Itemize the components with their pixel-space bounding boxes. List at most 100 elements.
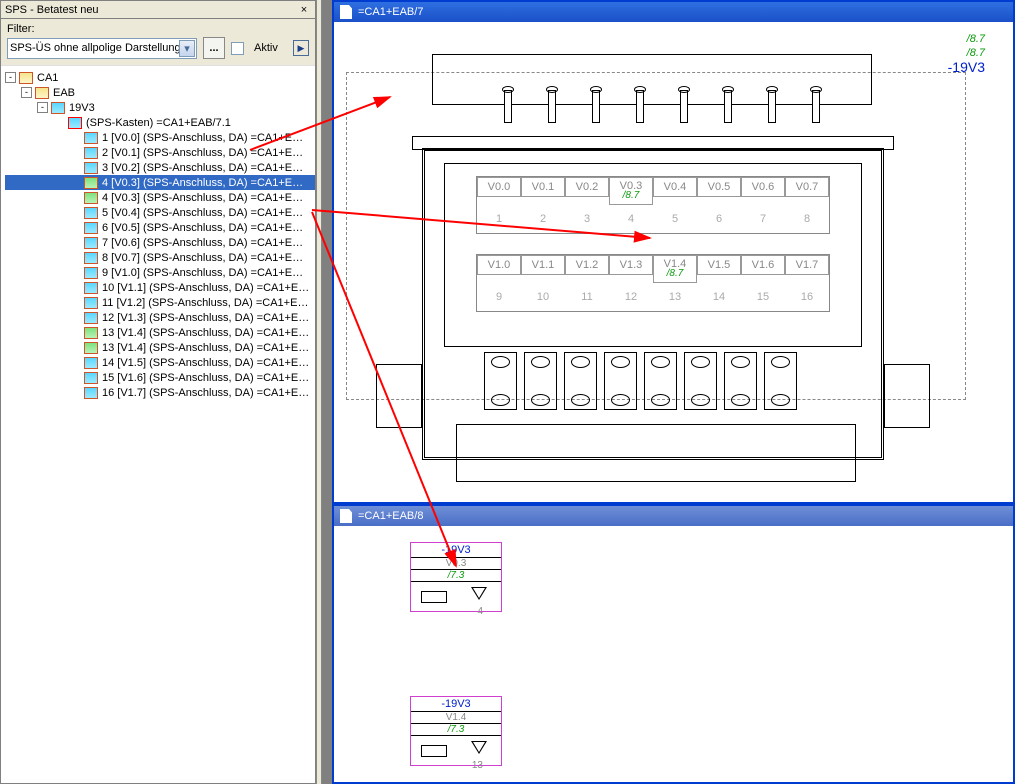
filter-toolbar: SPS-ÜS ohne allpolige Darstellung ▾ ... … bbox=[1, 37, 315, 66]
channel-number: 4 bbox=[609, 205, 653, 233]
tree-item-label: 6 [V0.5] (SPS-Anschluss, DA) =CA1+E… bbox=[101, 222, 303, 234]
terminal bbox=[484, 352, 517, 410]
tree-item[interactable]: 13 [V1.4] (SPS-Anschluss, DA) =CA1+E… bbox=[5, 325, 315, 340]
filter-select[interactable]: SPS-ÜS ohne allpolige Darstellung ▾ bbox=[7, 38, 197, 59]
tree-item[interactable]: 3 [V0.2] (SPS-Anschluss, DA) =CA1+E… bbox=[5, 160, 315, 175]
tree-label: (SPS-Kasten) =CA1+EAB/7.1 bbox=[85, 117, 231, 129]
tree-item[interactable]: 8 [V0.7] (SPS-Anschluss, DA) =CA1+E… bbox=[5, 250, 315, 265]
channel-cell: V0.6 bbox=[741, 177, 785, 197]
close-icon[interactable]: × bbox=[297, 1, 311, 18]
play-icon[interactable]: ▶ bbox=[293, 40, 309, 56]
pin bbox=[592, 90, 600, 123]
channel-cell: V0.3/8.7 bbox=[609, 177, 653, 205]
tree-location[interactable]: - EAB bbox=[5, 85, 315, 100]
tree-item-label: 11 [V1.2] (SPS-Anschluss, DA) =CA1+E… bbox=[101, 297, 308, 309]
tree-item-label: 5 [V0.4] (SPS-Anschluss, DA) =CA1+E… bbox=[101, 207, 303, 219]
tree-item-label: 4 [V0.3] (SPS-Anschluss, DA) =CA1+E… bbox=[101, 192, 303, 204]
editor-area: =CA1+EAB/7 /8.7 /8.7 -19V3 bbox=[322, 0, 1015, 784]
connection-icon bbox=[84, 237, 98, 249]
filter-value: SPS-ÜS ohne allpolige Darstellung bbox=[10, 42, 181, 54]
diode-icon bbox=[471, 587, 487, 600]
channel-cell: V1.5 bbox=[697, 255, 741, 275]
symbol-ref: /7.3 bbox=[411, 569, 501, 581]
doc1-titlebar[interactable]: =CA1+EAB/7 bbox=[334, 2, 1013, 22]
tree-root[interactable]: - CA1 bbox=[5, 70, 315, 85]
channel-cell: V0.1 bbox=[521, 177, 565, 197]
filter-label-row: Filter: bbox=[1, 19, 315, 37]
tree-item[interactable]: 14 [V1.5] (SPS-Anschluss, DA) =CA1+E… bbox=[5, 355, 315, 370]
tree-item[interactable]: 16 [V1.7] (SPS-Anschluss, DA) =CA1+E… bbox=[5, 385, 315, 400]
channel-cell: V1.3 bbox=[609, 255, 653, 275]
connection-icon bbox=[84, 267, 98, 279]
doc2-canvas[interactable]: -19V3 V0.3 /7.3 4 -19V3 V1.4 /7.3 bbox=[336, 528, 1011, 780]
system-icon bbox=[19, 72, 33, 84]
channel-number: 7 bbox=[741, 205, 785, 233]
device-tree[interactable]: - CA1 - EAB - 19V3 (SPS-Kasten) =CA1+E bbox=[1, 66, 315, 783]
xref-2: /8.7 bbox=[948, 46, 985, 60]
tree-item[interactable]: 1 [V0.0] (SPS-Anschluss, DA) =CA1+E… bbox=[5, 130, 315, 145]
pin bbox=[724, 90, 732, 123]
left-bracket bbox=[376, 364, 422, 428]
tree-item[interactable]: 4 [V0.3] (SPS-Anschluss, DA) =CA1+E… bbox=[5, 175, 315, 190]
connection-icon bbox=[84, 387, 98, 399]
location-icon bbox=[35, 87, 49, 99]
channel-number: 8 bbox=[785, 205, 829, 233]
symbol-body bbox=[411, 581, 501, 611]
channel-cell: V1.4/8.7 bbox=[653, 255, 697, 283]
channel-cell: V0.5 bbox=[697, 177, 741, 197]
tree-box[interactable]: (SPS-Kasten) =CA1+EAB/7.1 bbox=[5, 115, 315, 130]
plc-symbol-2[interactable]: -19V3 V1.4 /7.3 13 bbox=[410, 696, 502, 766]
channel-cell: V1.1 bbox=[521, 255, 565, 275]
tree-device[interactable]: - 19V3 bbox=[5, 100, 315, 115]
connection-icon bbox=[84, 177, 98, 189]
collapse-icon[interactable]: - bbox=[37, 102, 48, 113]
collapse-icon[interactable]: - bbox=[5, 72, 16, 83]
channel-number: 6 bbox=[697, 205, 741, 233]
device-icon bbox=[51, 102, 65, 114]
tree-item[interactable]: 12 [V1.3] (SPS-Anschluss, DA) =CA1+E… bbox=[5, 310, 315, 325]
tree-item[interactable]: 4 [V0.3] (SPS-Anschluss, DA) =CA1+E… bbox=[5, 190, 315, 205]
page-references: /8.7 /8.7 -19V3 bbox=[948, 32, 985, 74]
panel-title-text: SPS - Betatest neu bbox=[5, 1, 297, 18]
chevron-down-icon[interactable]: ▾ bbox=[179, 40, 195, 57]
channel-number: 11 bbox=[565, 283, 609, 311]
page-icon bbox=[340, 5, 352, 19]
tree-item[interactable]: 11 [V1.2] (SPS-Anschluss, DA) =CA1+E… bbox=[5, 295, 315, 310]
plc-symbol-1[interactable]: -19V3 V0.3 /7.3 4 bbox=[410, 542, 502, 612]
coil-icon bbox=[421, 745, 447, 757]
pin bbox=[680, 90, 688, 123]
tree-item[interactable]: 7 [V0.6] (SPS-Anschluss, DA) =CA1+E… bbox=[5, 235, 315, 250]
tree-item[interactable]: 5 [V0.4] (SPS-Anschluss, DA) =CA1+E… bbox=[5, 205, 315, 220]
active-checkbox[interactable] bbox=[231, 42, 244, 55]
panel-titlebar[interactable]: SPS - Betatest neu × bbox=[1, 1, 315, 19]
doc1-canvas[interactable]: /8.7 /8.7 -19V3 bbox=[336, 24, 1011, 500]
terminal bbox=[524, 352, 557, 410]
channel-cell: V1.7 bbox=[785, 255, 829, 275]
terminal-row bbox=[484, 352, 797, 410]
symbol-body bbox=[411, 735, 501, 765]
pin bbox=[504, 90, 512, 123]
tree-item[interactable]: 2 [V0.1] (SPS-Anschluss, DA) =CA1+E… bbox=[5, 145, 315, 160]
tree-label: EAB bbox=[52, 87, 75, 99]
tree-item[interactable]: 6 [V0.5] (SPS-Anschluss, DA) =CA1+E… bbox=[5, 220, 315, 235]
doc2-titlebar[interactable]: =CA1+EAB/8 bbox=[334, 506, 1013, 526]
tree-item[interactable]: 9 [V1.0] (SPS-Anschluss, DA) =CA1+E… bbox=[5, 265, 315, 280]
collapse-icon[interactable]: - bbox=[21, 87, 32, 98]
schematic-window-2[interactable]: =CA1+EAB/8 -19V3 V0.3 /7.3 4 -19V3 V1.4 … bbox=[332, 504, 1015, 784]
tree-item-label: 3 [V0.2] (SPS-Anschluss, DA) =CA1+E… bbox=[101, 162, 303, 174]
channel-number: 9 bbox=[477, 283, 521, 311]
channel-number: 14 bbox=[697, 283, 741, 311]
tree-item[interactable]: 15 [V1.6] (SPS-Anschluss, DA) =CA1+E… bbox=[5, 370, 315, 385]
channel-number: 2 bbox=[521, 205, 565, 233]
channel-cell: V1.2 bbox=[565, 255, 609, 275]
tree-item[interactable]: 13 [V1.4] (SPS-Anschluss, DA) =CA1+E… bbox=[5, 340, 315, 355]
channel-cell: V0.7 bbox=[785, 177, 829, 197]
filter-more-button[interactable]: ... bbox=[203, 37, 225, 59]
connection-icon bbox=[84, 207, 98, 219]
page-icon bbox=[340, 509, 352, 523]
tree-item-label: 8 [V0.7] (SPS-Anschluss, DA) =CA1+E… bbox=[101, 252, 303, 264]
doc1-title: =CA1+EAB/7 bbox=[358, 6, 423, 18]
schematic-window-1[interactable]: =CA1+EAB/7 /8.7 /8.7 -19V3 bbox=[332, 0, 1015, 504]
tree-item-label: 7 [V0.6] (SPS-Anschluss, DA) =CA1+E… bbox=[101, 237, 303, 249]
tree-item[interactable]: 10 [V1.1] (SPS-Anschluss, DA) =CA1+E… bbox=[5, 280, 315, 295]
